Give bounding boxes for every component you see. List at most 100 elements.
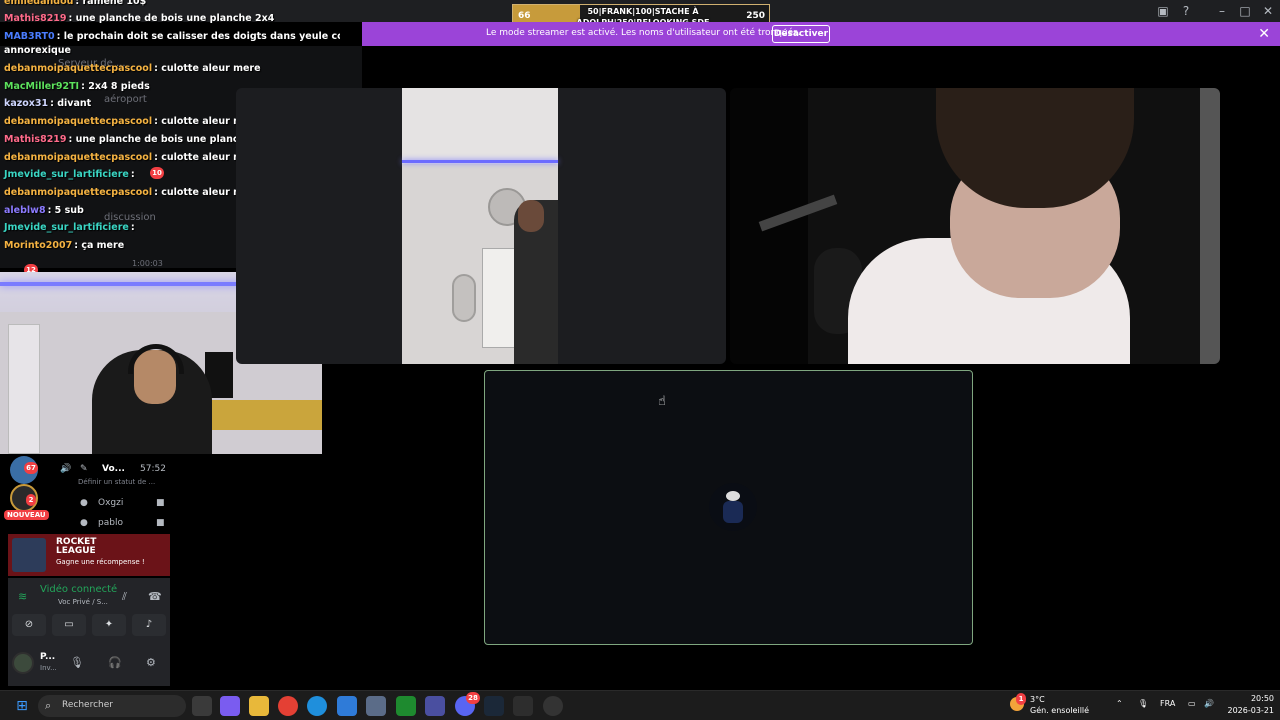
chat-message: Mathis8219: une planche de bois une plan… bbox=[4, 13, 274, 24]
chat-text: le prochain doit se calisser des doigts … bbox=[63, 31, 340, 42]
chat-separator: : bbox=[68, 13, 76, 24]
copilot-icon[interactable] bbox=[220, 696, 240, 716]
chat-username[interactable]: Mathis8219 bbox=[4, 13, 67, 24]
windows-start-icon[interactable]: ⊞ bbox=[12, 696, 32, 716]
video-tile-participant-2[interactable] bbox=[730, 88, 1220, 364]
volume-icon[interactable]: 🔊 bbox=[1204, 699, 1214, 708]
chevron-up-icon[interactable]: ⌃ bbox=[1116, 699, 1123, 708]
disconnect-icon[interactable]: ☎ bbox=[148, 590, 162, 603]
camera-icon: ■ bbox=[156, 518, 165, 528]
chat-username[interactable]: debanmoipaquettecpascool bbox=[4, 63, 152, 74]
server-list: 67 2 bbox=[0, 454, 52, 544]
network-icon[interactable]: ▭ bbox=[1188, 699, 1196, 708]
chat-separator: : bbox=[56, 31, 64, 42]
chat-username[interactable]: debanmoipaquettecpascool bbox=[4, 187, 152, 198]
unread-badge: 67 bbox=[24, 462, 38, 474]
chat-text: divant bbox=[57, 98, 92, 109]
voice-channel-name[interactable]: Vo... bbox=[102, 464, 125, 474]
chat-message: annorexique bbox=[4, 45, 71, 56]
voice-timer: 57:52 bbox=[140, 464, 166, 474]
settings-icon[interactable] bbox=[366, 696, 386, 716]
weather-widget[interactable]: 1 3°C Gén. ensoleillé bbox=[1010, 693, 1110, 719]
chat-message: MacMiller92TI: 2x4 8 pieds bbox=[4, 81, 150, 92]
camera-off-button[interactable]: ⊘ bbox=[12, 614, 46, 636]
chat-separator: : bbox=[130, 222, 135, 233]
user-avatar: ● bbox=[80, 518, 88, 528]
chat-username[interactable]: Mathis8219 bbox=[4, 134, 67, 145]
chat-text: ça mere bbox=[81, 240, 125, 251]
store-icon[interactable] bbox=[425, 696, 445, 716]
voice-user-2[interactable]: pablo bbox=[98, 518, 123, 528]
chat-text: ramene 10$ bbox=[82, 0, 147, 7]
help-icon[interactable]: ? bbox=[1178, 3, 1194, 19]
weather-badge: 1 bbox=[1016, 693, 1026, 705]
chat-message: emiledandou: ramene 10$ bbox=[4, 0, 146, 7]
chat-message: debanmoipaquettecpascool: culotte aleur … bbox=[4, 187, 261, 198]
chat-username[interactable]: MAB3RT0 bbox=[4, 31, 55, 42]
inbox-icon[interactable]: ▣ bbox=[1155, 3, 1171, 19]
clock-time: 20:50 bbox=[1250, 694, 1274, 703]
chat-username[interactable]: emiledandou bbox=[4, 0, 73, 7]
banner-text: Le mode streamer est activé. Les noms d'… bbox=[486, 28, 801, 38]
chat-text: 2x4 8 pieds bbox=[88, 81, 150, 92]
soundboard-button[interactable]: ♪ bbox=[132, 614, 166, 636]
user-panel: P... Inv... 🎙 🎧 ⚙ bbox=[8, 648, 170, 686]
rocket-league-promo[interactable]: ROCKET LEAGUE Gagne une récompense ! bbox=[8, 534, 170, 576]
chat-username[interactable]: Morinto2007 bbox=[4, 240, 72, 251]
chat-separator: : bbox=[68, 134, 76, 145]
close-icon[interactable]: ✕ bbox=[1258, 26, 1270, 42]
hand-cursor-icon: ☝ bbox=[658, 394, 666, 409]
microphone-tray-icon[interactable]: 🎙 bbox=[1138, 699, 1148, 708]
video-tile-participant-3[interactable] bbox=[484, 370, 973, 645]
signal-icon[interactable]: ≋ bbox=[18, 590, 27, 603]
weather-desc: Gén. ensoleillé bbox=[1030, 706, 1090, 715]
noise-suppression-icon[interactable]: ⫽ bbox=[122, 590, 127, 604]
clock-date: 2026-03-21 bbox=[1227, 706, 1275, 715]
gear-icon[interactable]: ⚙ bbox=[146, 656, 156, 669]
edit-icon[interactable]: ✎ bbox=[80, 464, 88, 474]
speaker-icon: 🔊 bbox=[60, 464, 72, 474]
xbox-icon[interactable] bbox=[396, 696, 416, 716]
chat-username[interactable]: Jmevide_sur_lartificiere bbox=[4, 222, 129, 233]
chat-username[interactable]: kazox31 bbox=[4, 98, 48, 109]
app-icon[interactable] bbox=[543, 696, 563, 716]
chat-message: Jmevide_sur_lartificiere: bbox=[4, 169, 135, 180]
new-badge: NOUVEAU bbox=[4, 510, 49, 520]
close-window-button[interactable]: ✕ bbox=[1260, 3, 1276, 19]
connection-channel[interactable]: Voc Privé / S... bbox=[58, 598, 108, 606]
chat-username[interactable]: debanmoipaquettecpascool bbox=[4, 116, 152, 127]
participant-avatar bbox=[709, 483, 757, 531]
chat-username[interactable]: MacMiller92TI bbox=[4, 81, 79, 92]
chrome-icon[interactable] bbox=[278, 696, 298, 716]
file-explorer-icon[interactable] bbox=[249, 696, 269, 716]
minimize-button[interactable]: – bbox=[1214, 3, 1230, 19]
set-status-hint[interactable]: Définir un statut de ... bbox=[78, 478, 155, 486]
chat-text: une planche de bois une planche 2x4 bbox=[75, 13, 275, 24]
language-indicator[interactable]: FRA bbox=[1160, 699, 1175, 708]
video-tile-participant-1[interactable] bbox=[236, 88, 726, 364]
chat-text: 5 sub bbox=[54, 205, 84, 216]
chat-username[interactable]: aleblw8 bbox=[4, 205, 46, 216]
user-name[interactable]: P... bbox=[40, 652, 55, 662]
microphone-icon[interactable]: 🎙 bbox=[70, 656, 84, 669]
activities-button[interactable]: ✦ bbox=[92, 614, 126, 636]
edge-icon[interactable] bbox=[307, 696, 327, 716]
unread-badge: 2 bbox=[26, 494, 36, 506]
system-clock[interactable]: 20:50 2026-03-21 bbox=[1226, 693, 1275, 717]
steam-icon[interactable] bbox=[484, 696, 504, 716]
outlook-icon[interactable] bbox=[337, 696, 357, 716]
voice-connection-panel: ≋ Vidéo connecté Voc Privé / S... ⫽ ☎ ⊘ … bbox=[8, 578, 170, 686]
screen-share-button[interactable]: ▭ bbox=[52, 614, 86, 636]
chat-username[interactable]: debanmoipaquettecpascool bbox=[4, 152, 152, 163]
discord-badge: 28 bbox=[466, 692, 480, 704]
chat-username[interactable]: Jmevide_sur_lartificiere bbox=[4, 169, 129, 180]
disable-streamer-mode-button[interactable]: Désactiver bbox=[772, 25, 830, 43]
chat-text: culotte aleur mere bbox=[161, 63, 261, 74]
headphones-icon[interactable]: 🎧 bbox=[108, 656, 122, 669]
obs-icon[interactable] bbox=[513, 696, 533, 716]
avatar[interactable] bbox=[12, 652, 34, 674]
voice-user-1[interactable]: Oxgzi bbox=[98, 498, 123, 508]
maximize-button[interactable]: □ bbox=[1237, 3, 1253, 19]
taskbar-search[interactable]: ⌕ Rechercher bbox=[38, 695, 186, 717]
task-view-icon[interactable] bbox=[192, 696, 212, 716]
